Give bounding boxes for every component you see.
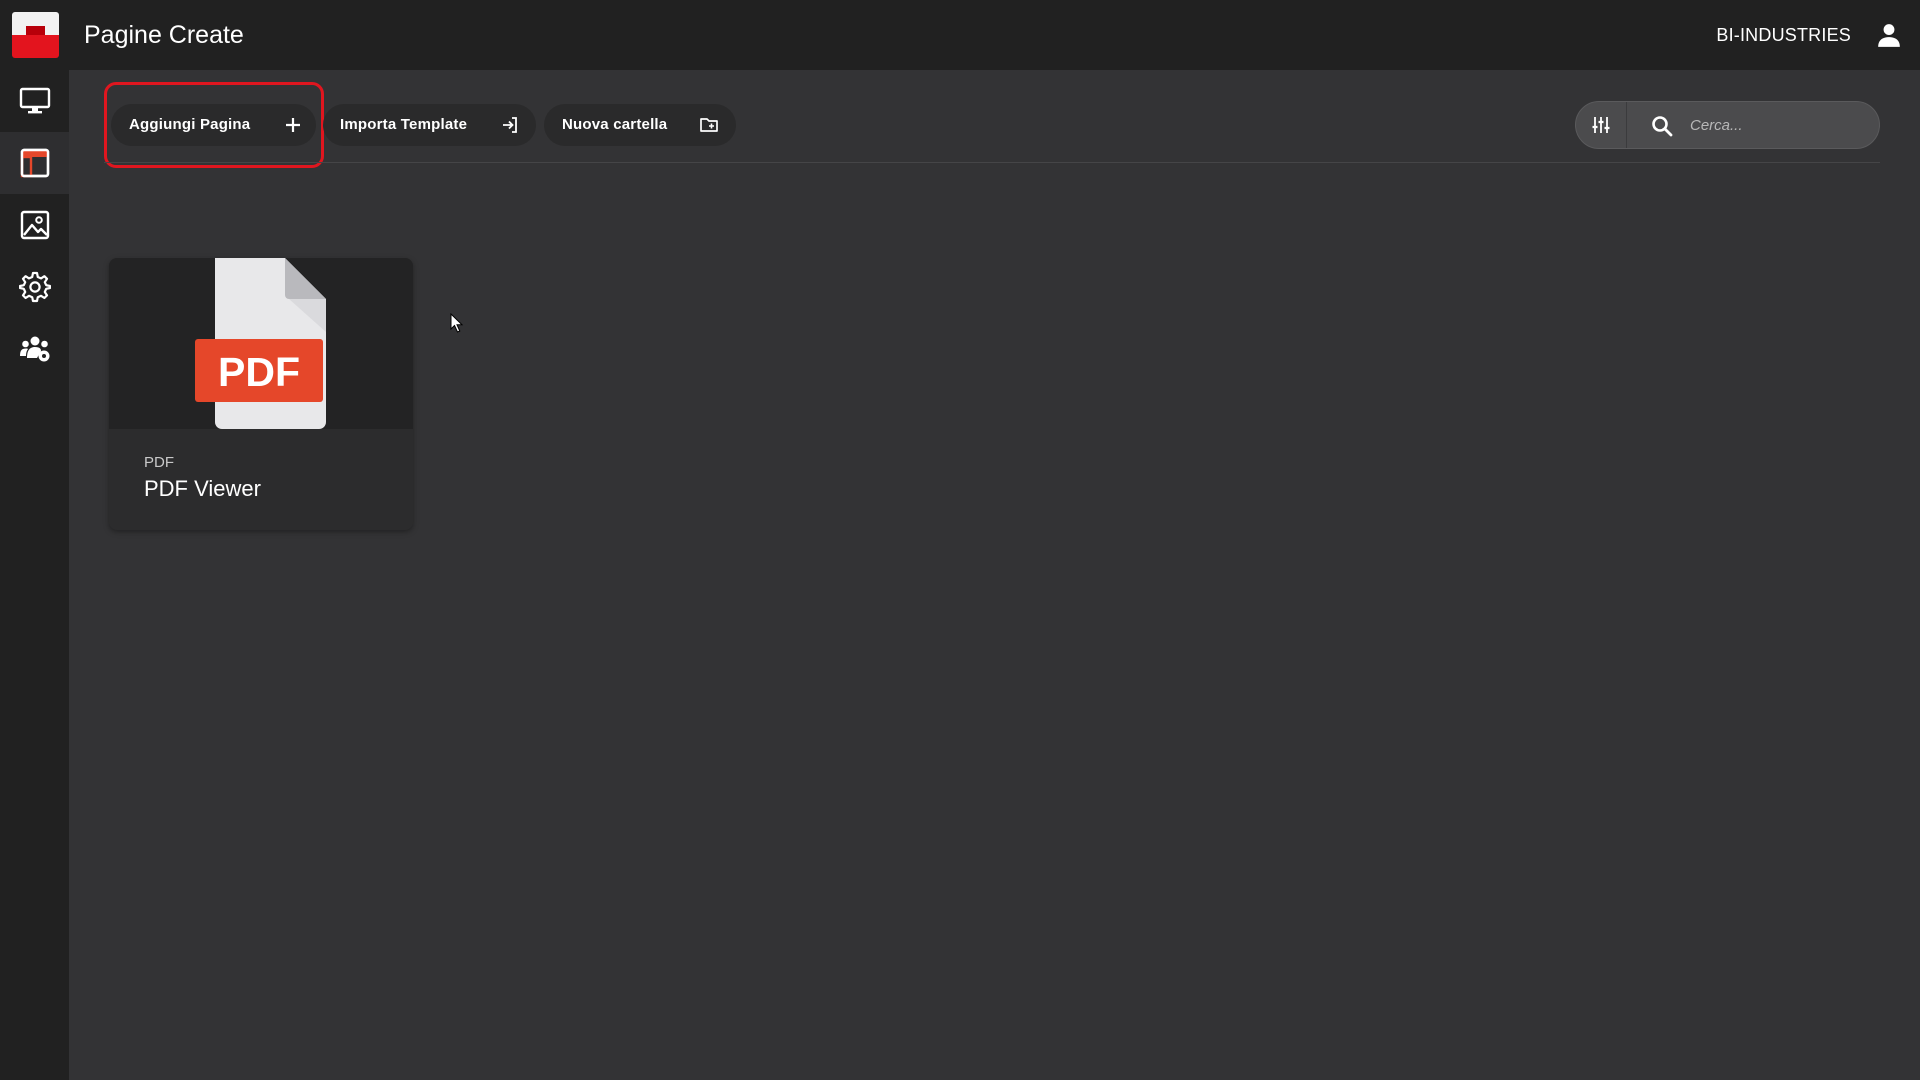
app-logo[interactable] xyxy=(12,12,59,58)
pdf-badge-text: PDF xyxy=(218,349,300,395)
search-input[interactable] xyxy=(1688,110,1868,140)
new-folder-button[interactable]: Nuova cartella xyxy=(544,104,736,146)
search-icon xyxy=(1652,116,1673,137)
highlight-frame xyxy=(104,82,324,168)
sidebar-item-settings[interactable] xyxy=(0,256,69,318)
card-thumbnail: PDF xyxy=(109,258,413,429)
gear-icon xyxy=(18,271,51,303)
new-folder-label: Nuova cartella xyxy=(562,116,668,133)
user-icon[interactable] xyxy=(1876,22,1902,48)
top-bar: Pagine Create BI-INDUSTRIES xyxy=(0,0,1920,70)
login-icon xyxy=(503,117,517,133)
sidebar-item-monitor[interactable] xyxy=(0,70,69,132)
filter-button[interactable] xyxy=(1576,102,1627,148)
mouse-cursor-icon xyxy=(450,313,464,333)
card-type: PDF xyxy=(144,454,174,471)
monitor-icon xyxy=(19,87,50,114)
layout-icon xyxy=(20,148,49,178)
image-icon xyxy=(20,210,49,240)
folder-plus-icon xyxy=(700,118,718,132)
sidebar-item-images[interactable] xyxy=(0,194,69,256)
sidebar xyxy=(0,70,69,1080)
users-gear-icon xyxy=(19,336,49,362)
sidebar-item-layout[interactable] xyxy=(0,132,69,194)
sidebar-item-users[interactable] xyxy=(0,318,69,380)
pdf-file-icon: PDF xyxy=(195,258,326,429)
toolbar-divider xyxy=(104,162,1880,163)
card-title: PDF Viewer xyxy=(144,476,261,501)
sliders-icon xyxy=(1592,117,1610,133)
import-template-button[interactable]: Importa Template xyxy=(323,104,536,146)
search-group xyxy=(1575,101,1880,149)
page-title: Pagine Create xyxy=(84,21,244,49)
organization-name: BI-INDUSTRIES xyxy=(1716,25,1851,45)
page-card[interactable]: PDF PDF PDF Viewer xyxy=(109,258,413,530)
import-template-label: Importa Template xyxy=(340,116,468,133)
